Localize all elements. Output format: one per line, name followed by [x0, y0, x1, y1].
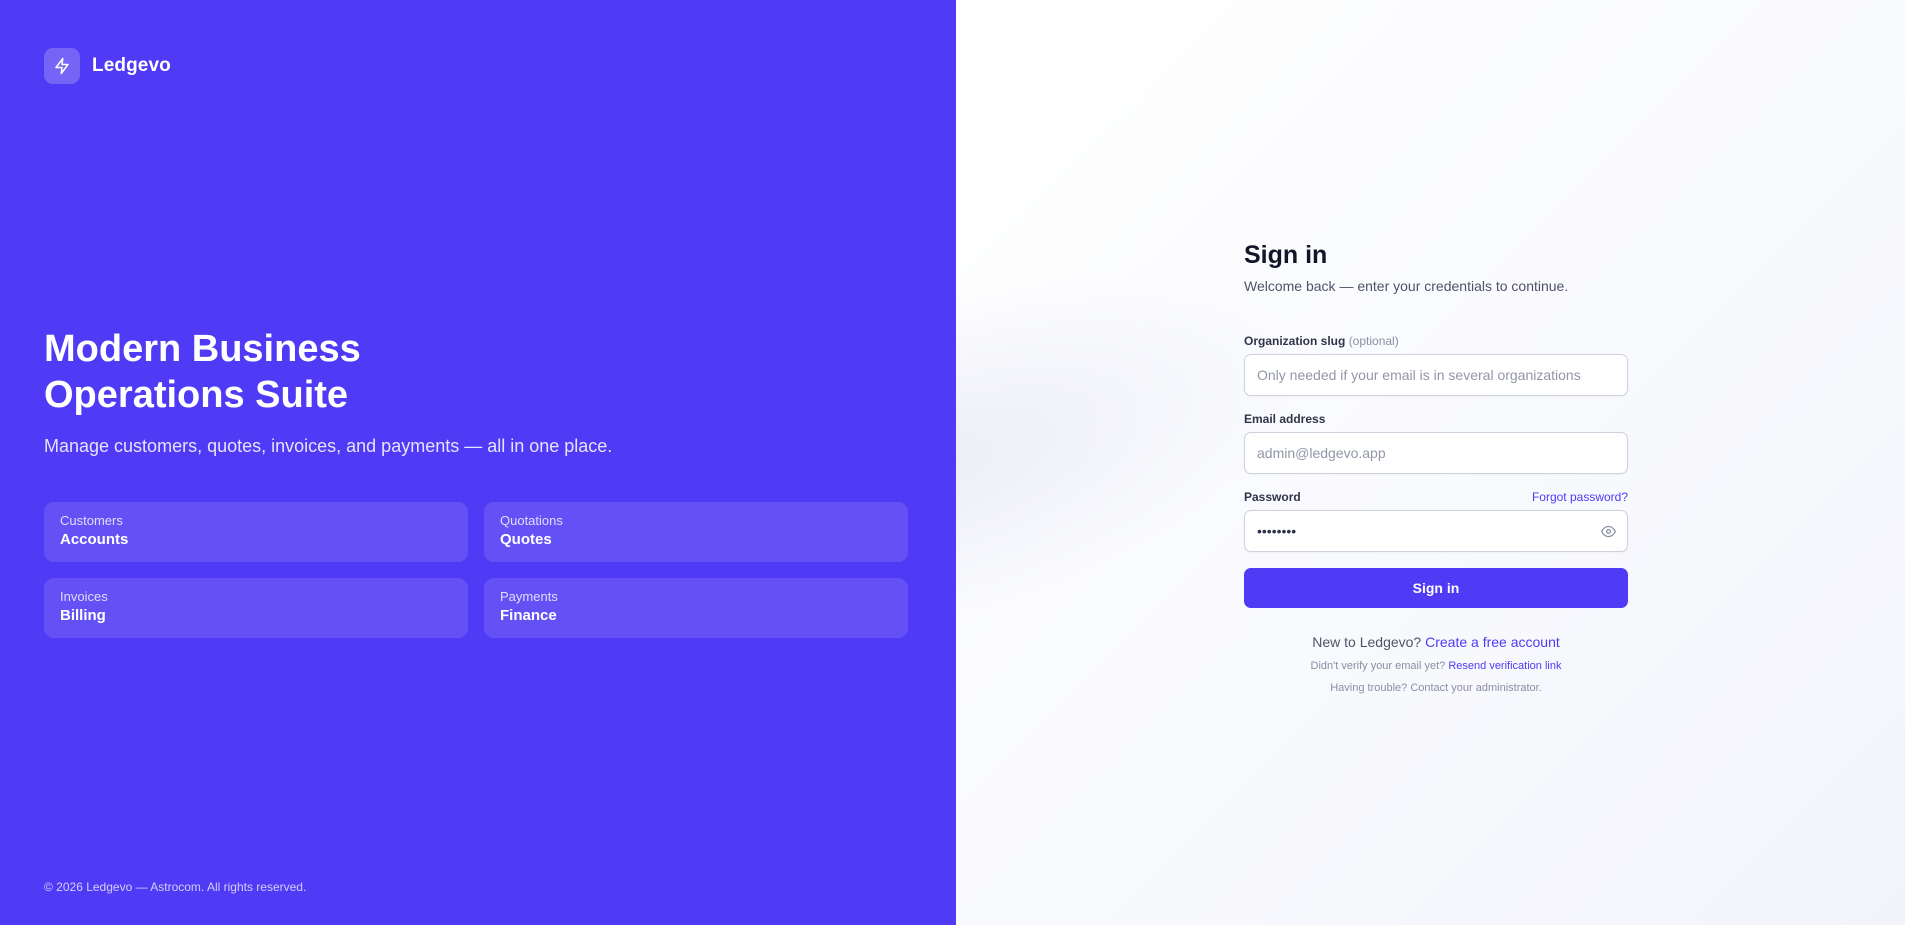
optional-hint: (optional) — [1348, 334, 1399, 348]
feature-cards: Customers Accounts Quotations Quotes Inv… — [44, 502, 908, 638]
trouble-text: Having trouble? Contact your administrat… — [1330, 682, 1542, 694]
brand: Ledgevo — [44, 48, 171, 84]
feature-card-billing: Invoices Billing — [44, 578, 468, 638]
copyright: © 2026 Ledgevo — Astrocom. All rights re… — [44, 880, 307, 894]
org-slug-input[interactable] — [1244, 354, 1628, 396]
feature-title: Finance — [500, 607, 557, 624]
hero-title: Modern Business Operations Suite — [44, 328, 361, 416]
signin-button[interactable]: Sign in — [1244, 568, 1628, 608]
eye-icon[interactable] — [1600, 523, 1616, 539]
signin-panel: Sign in Welcome back — enter your creden… — [956, 0, 1905, 925]
email-input[interactable] — [1244, 432, 1628, 474]
email-label: Email address — [1244, 412, 1326, 426]
resend-verification-link[interactable]: Resend verification link — [1448, 660, 1561, 672]
feature-caption: Invoices — [60, 589, 108, 604]
hero-subtitle: Manage customers, quotes, invoices, and … — [44, 436, 613, 456]
feature-card-accounts: Customers Accounts — [44, 502, 468, 562]
feature-caption: Customers — [60, 513, 123, 528]
org-slug-label: Organization slug (optional) — [1244, 334, 1399, 348]
signin-subtitle: Welcome back — enter your credentials to… — [1244, 278, 1569, 294]
feature-card-finance: Payments Finance — [484, 578, 908, 638]
brand-name: Ledgevo — [92, 55, 171, 76]
forgot-password-link[interactable]: Forgot password? — [1532, 490, 1628, 504]
new-user-line: New to Ledgevo? Create a free account — [1244, 634, 1628, 650]
marketing-panel: Ledgevo Modern Business Operations Suite… — [0, 0, 956, 925]
new-user-text: New to Ledgevo? — [1312, 634, 1422, 650]
verify-line: Didn't verify your email yet? Resend ver… — [1244, 660, 1628, 672]
feature-caption: Payments — [500, 589, 558, 604]
feature-title: Accounts — [60, 531, 129, 548]
feature-card-quotes: Quotations Quotes — [484, 502, 908, 562]
password-label: Password — [1244, 490, 1301, 504]
org-slug-label-text: Organization slug — [1244, 334, 1346, 348]
password-input[interactable] — [1244, 510, 1628, 552]
feature-caption: Quotations — [500, 513, 563, 528]
feature-title: Quotes — [500, 531, 552, 548]
verify-text: Didn't verify your email yet? — [1310, 660, 1446, 672]
signin-title: Sign in — [1244, 241, 1328, 269]
lightning-icon — [44, 48, 80, 84]
create-account-link[interactable]: Create a free account — [1425, 634, 1560, 650]
feature-title: Billing — [60, 607, 106, 624]
signin-form: Sign in Welcome back — enter your creden… — [1244, 240, 1628, 694]
